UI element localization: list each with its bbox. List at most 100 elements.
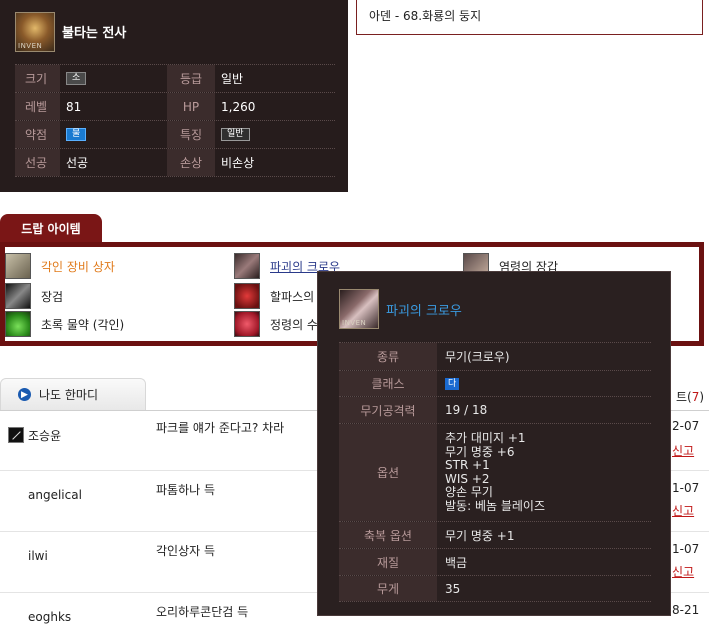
tooltip-label: 클래스 <box>339 371 437 396</box>
drop-item[interactable]: 할파스의 <box>234 283 314 309</box>
tooltip-row: 무기공격력 19 / 18 <box>339 396 651 423</box>
drop-item-name: 초록 물약 (각인) <box>41 317 125 332</box>
monster-portrait-image: INVEN <box>15 12 55 52</box>
drop-item[interactable]: 장검 <box>5 283 63 309</box>
tooltip-row: 클래스 다 <box>339 370 651 396</box>
stat-label: 등급 <box>167 65 215 92</box>
stat-label: HP <box>167 93 215 120</box>
comment-user[interactable]: angelical <box>28 488 82 502</box>
size-badge: 소 <box>66 72 87 85</box>
claw-icon <box>234 253 260 279</box>
stat-value: 비손상 <box>221 156 255 170</box>
trait-badge: 일반 <box>221 128 250 141</box>
option-line: 발동: 베놈 블레이즈 <box>445 498 545 513</box>
potion-icon <box>5 311 31 337</box>
tooltip-label: 종류 <box>339 343 437 370</box>
tooltip-label: 무게 <box>339 576 437 601</box>
stat-label: 특징 <box>167 121 215 148</box>
stat-row: 레벨 81 HP 1,260 <box>15 93 335 121</box>
tab-drop-items[interactable]: 드랍 아이템 <box>0 214 102 242</box>
item-tooltip: INVEN 파괴의 크로우 종류 무기(크로우) 클래스 다 무기공격력 19 … <box>317 271 671 616</box>
tooltip-label: 무기공격력 <box>339 397 437 423</box>
reply-count: 트(7) <box>676 388 704 405</box>
watermark-logo: INVEN <box>18 42 43 50</box>
stat-value: 물 <box>60 121 167 148</box>
tab-comments[interactable]: ▶ 나도 한마디 <box>0 378 146 410</box>
location-box: 아덴 - 68.화룡의 둥지 <box>356 0 703 35</box>
option-line: 무기 명중 +6 <box>445 444 515 459</box>
comment-date: 8-21 <box>672 603 700 617</box>
drop-item[interactable]: 각인 장비 상자 <box>5 253 115 279</box>
report-link[interactable]: 신고 <box>672 563 694 580</box>
report-link[interactable]: 신고 <box>672 442 694 459</box>
stat-row: 선공 선공 손상 비손상 <box>15 149 335 177</box>
stat-label: 레벨 <box>15 93 60 120</box>
drop-item-name: 할파스의 <box>270 289 315 304</box>
tooltip-value: 추가 대미지 +1 무기 명중 +6 STR +1 WIS +2 양손 무기 발… <box>437 424 651 521</box>
tooltip-value: 다 <box>437 371 651 396</box>
monster-info-panel: INVEN 불타는 전사 크기 소 등급 일반 레벨 81 HP 1,260 약… <box>0 0 348 192</box>
stat-value: 81 <box>66 99 82 114</box>
drop-item-name: 각인 장비 상자 <box>41 259 115 274</box>
watermark-logo: INVEN <box>342 319 367 327</box>
comment-text: 오리하루콘단검 득 <box>156 605 249 619</box>
stat-label: 손상 <box>167 149 215 176</box>
drop-item[interactable]: 정령의 수 <box>234 311 318 337</box>
chevron-right-icon: ▶ <box>18 388 31 401</box>
stat-row: 크기 소 등급 일반 <box>15 65 335 93</box>
user-badge-icon <box>8 427 24 443</box>
tooltip-row: 무게 35 <box>339 575 651 602</box>
sword-icon <box>5 283 31 309</box>
option-line: STR +1 <box>445 458 490 472</box>
comment-user[interactable]: 조승윤 <box>28 427 61 444</box>
tooltip-row: 옵션 추가 대미지 +1 무기 명중 +6 STR +1 WIS +2 양손 무… <box>339 423 651 521</box>
option-line: 추가 대미지 +1 <box>445 431 526 445</box>
stat-label: 크기 <box>15 65 60 92</box>
comment-text: 파크를 얘가 준다고? 차라 <box>156 421 285 435</box>
class-badge: 다 <box>445 377 460 390</box>
reply-count-close: ) <box>699 390 705 404</box>
stat-label: 약점 <box>15 121 60 148</box>
box-icon <box>5 253 31 279</box>
tooltip-title: 파괴의 크로우 <box>386 304 462 319</box>
drop-item-name: 장검 <box>41 289 64 304</box>
tab-comments-label: 나도 한마디 <box>39 388 99 402</box>
drop-item-name: 정령의 수 <box>270 317 318 332</box>
stat-label: 선공 <box>15 149 60 176</box>
tooltip-value: 백금 <box>445 555 468 570</box>
weakness-badge: 물 <box>66 128 87 141</box>
monster-stats-table: 크기 소 등급 일반 레벨 81 HP 1,260 약점 물 특징 일반 선공 … <box>15 64 335 177</box>
location-text: 아덴 - 68.화룡의 둥지 <box>369 9 482 23</box>
tooltip-label: 옵션 <box>339 424 437 521</box>
tooltip-label: 재질 <box>339 549 437 575</box>
option-line: 양손 무기 <box>445 485 493 499</box>
tooltip-value: 35 <box>445 581 461 596</box>
monster-name: 불타는 전사 <box>62 26 127 41</box>
comment-user[interactable]: eoghks <box>28 610 71 624</box>
comment-user[interactable]: ilwi <box>28 549 48 563</box>
comment-date: 1-07 <box>672 481 700 495</box>
comment-text: 파톰하나 득 <box>156 483 216 497</box>
option-line: WIS +2 <box>445 471 490 486</box>
stat-value: 소 <box>60 65 167 92</box>
tooltip-row: 재질 백금 <box>339 548 651 575</box>
comment-text: 각인상자 득 <box>156 544 216 558</box>
tab-drop-items-label: 드랍 아이템 <box>21 221 81 236</box>
tooltip-value: 무기 명중 +1 <box>445 528 515 543</box>
claw-icon: INVEN <box>339 289 379 329</box>
drop-item[interactable]: 초록 물약 (각인) <box>5 311 124 337</box>
tooltip-label: 축복 옵션 <box>339 522 437 548</box>
stat-value: 일반 <box>221 72 244 86</box>
comment-date: 2-07 <box>672 419 700 433</box>
tooltip-row: 축복 옵션 무기 명중 +1 <box>339 521 651 548</box>
report-link[interactable]: 신고 <box>672 502 694 519</box>
stat-row: 약점 물 특징 일반 <box>15 121 335 149</box>
stat-value: 1,260 <box>221 99 256 114</box>
tooltip-row: 종류 무기(크로우) <box>339 342 651 370</box>
tooltip-stats-table: 종류 무기(크로우) 클래스 다 무기공격력 19 / 18 옵션 추가 대미지… <box>339 342 651 602</box>
stat-value: 일반 <box>215 121 335 148</box>
red-gem-icon <box>234 283 260 309</box>
comment-date: 1-07 <box>672 542 700 556</box>
reply-count-label: 트( <box>676 390 692 404</box>
tooltip-value: 19 / 18 <box>445 403 488 417</box>
